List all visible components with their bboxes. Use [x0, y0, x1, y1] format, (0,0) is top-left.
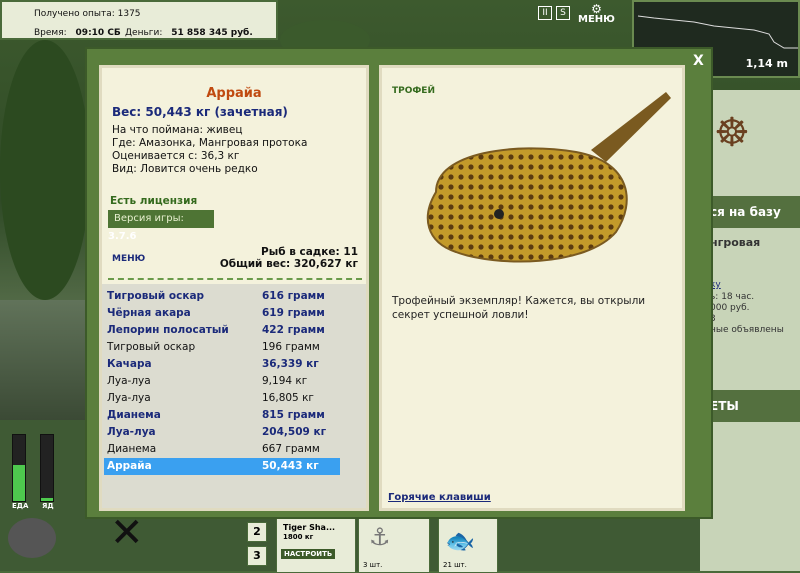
catch-fish-name: Лепорин полосатый — [107, 324, 229, 336]
location-name: нгровая — [710, 236, 761, 249]
catch-fish-name: Тигровый оскар — [107, 290, 205, 302]
total-weight: Общий вес: 320,627 кг — [219, 258, 358, 270]
catch-fish-name: Качара — [107, 358, 152, 370]
catch-dialog: X Аррайа Вес: 50,443 кг (зачетная) На чт… — [85, 47, 713, 519]
catch-row[interactable]: Аррайа 50,443 кг — [104, 458, 340, 475]
ship-wheel-icon: ☸ — [714, 110, 750, 156]
item-count: 21 шт. — [443, 561, 467, 569]
catch-fish-weight: 50,443 кг — [262, 460, 319, 472]
hook-icon: ⚓ — [369, 523, 391, 551]
catch-fish-name: Тигровый оскар — [107, 341, 196, 353]
catch-row[interactable]: Луа-луа 16,805 кг — [104, 390, 340, 407]
catch-fish-weight: 204,509 кг — [262, 426, 327, 438]
item-count: 3 шт. — [363, 561, 383, 569]
menu-link[interactable]: МЕНЮ — [112, 254, 145, 264]
net-stats: Рыб в садке: 11 Общий вес: 320,627 кг — [220, 246, 358, 270]
fish-weight: Вес: 50,443 кг (зачетная) — [112, 105, 288, 119]
catch-fish-weight: 36,339 кг — [262, 358, 319, 370]
value-info: Оценивается с: 36,3 кг — [112, 150, 240, 162]
experience-value: 1375 — [117, 9, 141, 19]
place-info: Где: Амазонка, Мангровая протока — [112, 137, 308, 149]
license-status: Есть лицензия — [110, 195, 198, 207]
status-bar: Получено опыта: 1375 Время: 09:10 СБ Ден… — [0, 0, 278, 40]
gear-icon: ⚙ — [591, 2, 602, 16]
catch-row[interactable]: Луа-луа 9,194 кг — [104, 373, 340, 390]
catch-row[interactable]: Тигровый оскар 196 грамм — [104, 339, 340, 356]
mangrove-tree — [0, 40, 90, 300]
catch-row[interactable]: Дианема 667 грамм — [104, 441, 340, 458]
hook-slot[interactable]: ⚓ 3 шт. — [358, 518, 430, 573]
info-line: ные объявлены — [710, 325, 784, 335]
catch-fish-name: Дианема — [107, 409, 161, 421]
catch-fish-name: Луа-луа — [107, 392, 151, 404]
catch-fish-name: Дианема — [107, 443, 157, 455]
sound-icon[interactable]: S — [556, 6, 570, 20]
catch-row[interactable]: Качара 36,339 кг — [104, 356, 340, 373]
pause-icon[interactable]: II — [538, 6, 552, 20]
catch-info-panel: Аррайа Вес: 50,443 кг (зачетная) На что … — [99, 65, 369, 511]
catch-row[interactable]: Тигровый оскар 616 грамм — [104, 288, 340, 305]
version-badge: Версия игры: 3.7.6 — [108, 210, 214, 242]
lure-card[interactable]: Tiger Sha... 1800 кг НАСТРОИТЬ — [276, 518, 356, 573]
poison-meter — [40, 434, 54, 502]
poison-label: ЯД — [42, 502, 54, 510]
slot-3-button[interactable]: 3 — [247, 546, 267, 566]
trophy-description: Трофейный экземпляр! Кажется, вы открыли… — [392, 295, 646, 321]
catch-row[interactable]: Дианема 815 грамм — [104, 407, 340, 424]
bait-info: На что поймана: живец — [112, 124, 243, 136]
bait-slot[interactable]: 🐟 21 шт. — [438, 518, 498, 573]
catch-list: Тигровый оскар 616 грамм Чёрная акара 619 г… — [102, 284, 366, 508]
catch-fish-name: Луа-луа — [107, 426, 156, 438]
money-info: Деньги: 51 858 345 руб. — [125, 28, 253, 38]
catch-row[interactable]: Чёрная акара 619 грамм — [104, 305, 340, 322]
cauldron-icon[interactable] — [8, 518, 56, 558]
food-fill — [13, 464, 25, 501]
menu-button[interactable]: ⚙ МЕНЮ — [578, 2, 615, 25]
catch-fish-name: Аррайа — [107, 460, 152, 472]
catch-row[interactable]: Лепорин полосатый 422 грамм — [104, 322, 340, 339]
catch-fish-weight: 9,194 кг — [262, 375, 308, 387]
stingray-image — [426, 92, 671, 263]
divider — [108, 278, 362, 280]
secrets-button[interactable]: ЕТЫ — [700, 390, 800, 422]
hotkeys-link[interactable]: Горячие клавиши — [388, 492, 491, 503]
catch-fish-weight: 16,805 кг — [262, 392, 314, 404]
catch-fish-weight: 815 грамм — [262, 409, 325, 421]
location-panel: ☸ ся на базу нгровая ку ь: 18 час. 000 р… — [700, 90, 800, 571]
trophy-panel: ТРОФЕЙ Трофейный экземпляр! Кажется, вы … — [379, 65, 685, 511]
setup-button[interactable]: НАСТРОИТЬ — [281, 549, 336, 559]
food-label: ЕДА — [12, 502, 29, 510]
poison-fill — [41, 497, 53, 501]
catch-fish-name: Чёрная акара — [107, 307, 191, 319]
catch-fish-weight: 422 грамм — [262, 324, 325, 336]
time-info: Время: 09:10 СБ — [34, 28, 121, 38]
lure-name: Tiger Sha... — [283, 523, 336, 532]
bait-fish-icon: 🐟 — [445, 527, 475, 555]
catch-fish-weight: 667 грамм — [262, 443, 320, 455]
catch-fish-name: Луа-луа — [107, 375, 151, 387]
catch-row[interactable]: Луа-луа 204,509 кг — [104, 424, 340, 441]
info-line: ь: 18 час. — [710, 292, 755, 302]
lure-weight: 1800 кг — [283, 533, 314, 541]
info-line: 000 руб. — [710, 303, 750, 313]
food-meter — [12, 434, 26, 502]
fish-count: Рыб в садке: 11 — [261, 246, 358, 258]
catch-fish-weight: 196 грамм — [262, 341, 320, 353]
catch-fish-weight: 619 грамм — [262, 307, 325, 319]
experience-info: Получено опыта: 1375 — [34, 9, 141, 19]
depth-value: 1,14 m — [745, 57, 788, 70]
catch-fish-weight: 616 грамм — [262, 290, 325, 302]
slot-2-button[interactable]: 2 — [247, 522, 267, 542]
fish-name: Аррайа — [206, 86, 262, 101]
go-to-base-button[interactable]: ся на базу — [700, 196, 800, 228]
close-button[interactable]: X — [693, 53, 704, 69]
rarity-info: Вид: Ловится очень редко — [112, 163, 258, 175]
